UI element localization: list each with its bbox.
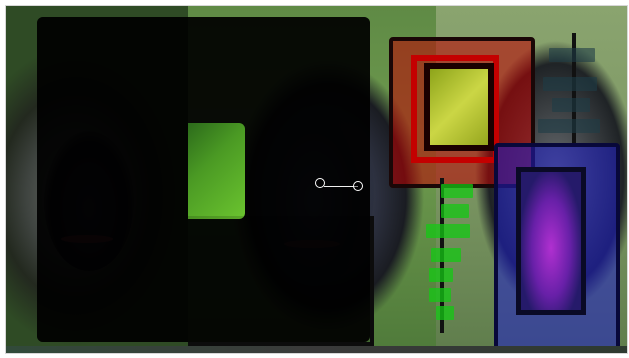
gray-bar (552, 98, 590, 112)
green-bar (429, 268, 453, 282)
green-overlay-window (188, 123, 245, 219)
green-bar (426, 224, 470, 238)
bottom-strip (6, 346, 627, 353)
purple-inset-window (516, 167, 586, 315)
control-point-handle[interactable] (315, 178, 325, 188)
gray-bar (543, 77, 597, 91)
control-point-handle[interactable] (353, 181, 363, 191)
image-canvas (5, 5, 628, 354)
green-bar (441, 204, 469, 218)
green-bar (441, 184, 473, 198)
yellow-inset-window (424, 63, 494, 151)
green-bar (431, 248, 461, 262)
gray-bar (538, 119, 600, 133)
green-bar (429, 288, 451, 302)
dark-frame-bottom (188, 216, 374, 346)
green-bar (436, 306, 454, 320)
gray-bar (549, 48, 595, 62)
blue-overlay-panel (494, 143, 620, 353)
